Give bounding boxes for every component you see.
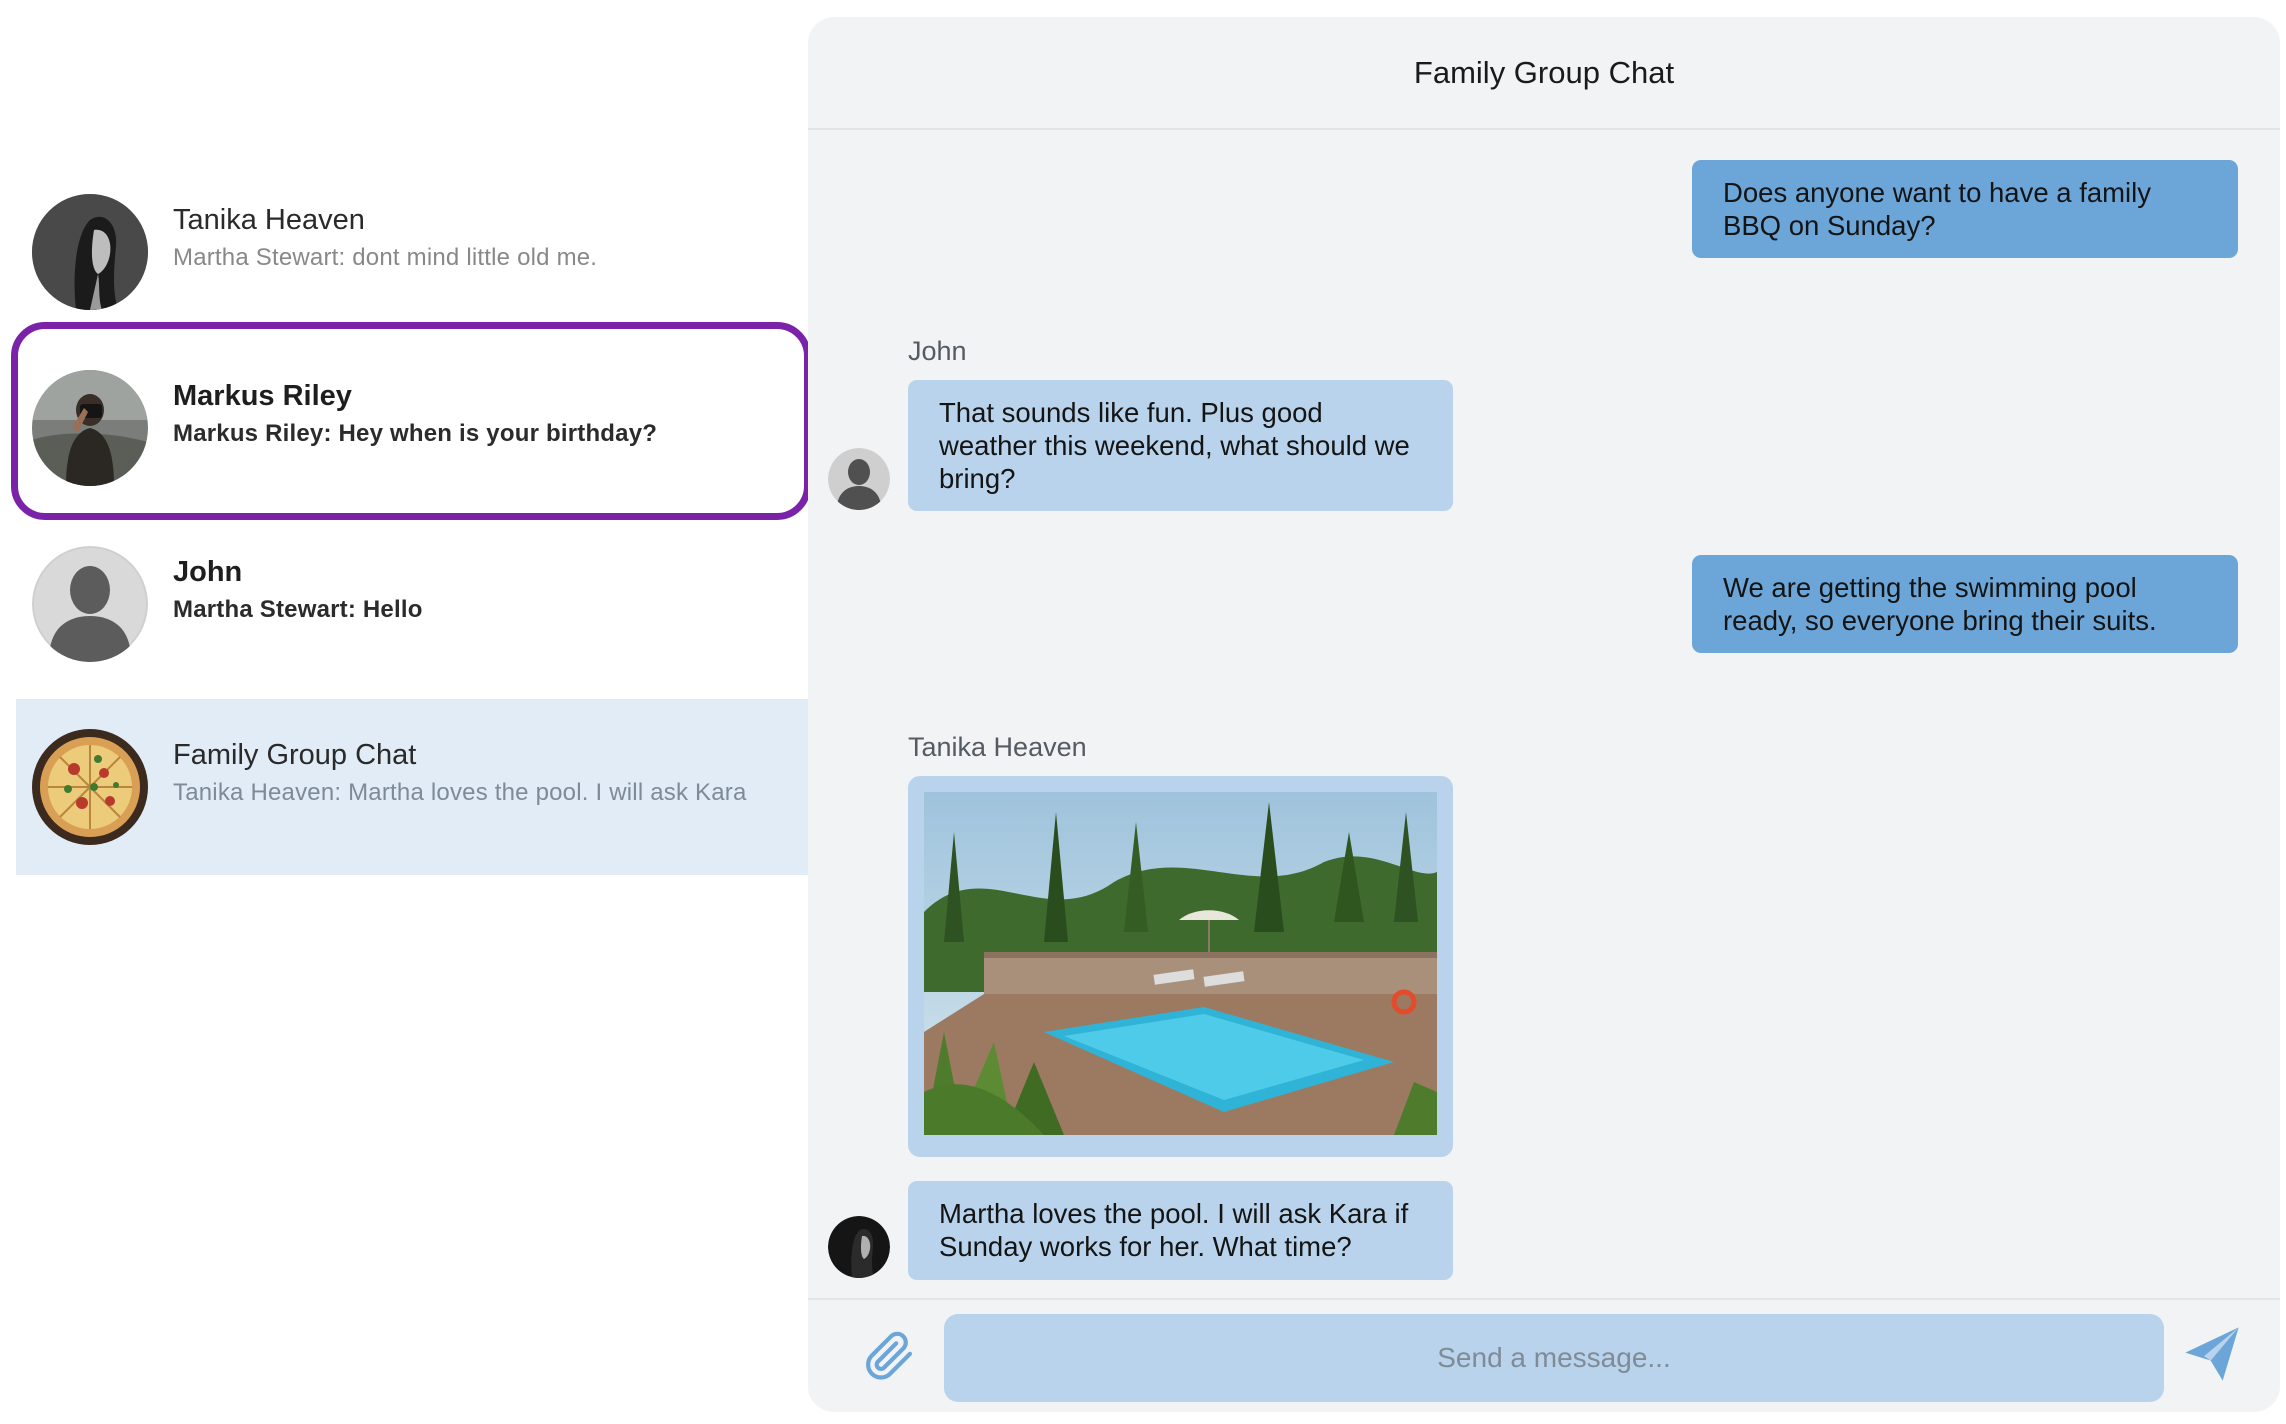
conversation-preview: Martha Stewart: dont mind little old me. bbox=[173, 244, 598, 271]
message-text: We are getting the swimming pool ready, … bbox=[1723, 572, 2157, 636]
avatar bbox=[32, 370, 148, 486]
conversation-preview: Markus Riley: Hey when is your birthday? bbox=[173, 420, 658, 447]
message-text: That sounds like fun. Plus good weather … bbox=[939, 397, 1410, 494]
conversation-name: Tanika Heaven bbox=[173, 204, 365, 236]
chat-header: Family Group Chat bbox=[808, 17, 2280, 130]
paperclip-icon bbox=[866, 1331, 913, 1380]
message-bubble-incoming: Martha loves the pool. I will ask Kara i… bbox=[908, 1181, 1453, 1280]
woman-portrait-avatar-icon bbox=[828, 1216, 890, 1278]
avatar bbox=[32, 194, 148, 310]
conversation-item-tanika-heaven[interactable]: Tanika Heaven Martha Stewart: dont mind … bbox=[16, 164, 808, 340]
messenger-app: Tanika Heaven Martha Stewart: dont mind … bbox=[0, 0, 2286, 1424]
message-bubble-outgoing: Does anyone want to have a family BBQ on… bbox=[1692, 160, 2238, 258]
avatar bbox=[32, 729, 148, 845]
message-composer bbox=[808, 1298, 2280, 1412]
conversation-preview: Tanika Heaven: Martha loves the pool. I … bbox=[173, 779, 747, 806]
chat-title: Family Group Chat bbox=[1413, 54, 1675, 90]
message-bubble-incoming: That sounds like fun. Plus good weather … bbox=[908, 380, 1453, 511]
message-text: Does anyone want to have a family BBQ on… bbox=[1723, 177, 2152, 241]
message-image-bubble[interactable] bbox=[908, 776, 1453, 1157]
pizza-avatar-icon bbox=[32, 729, 148, 845]
message-text: Martha loves the pool. I will ask Kara i… bbox=[939, 1198, 1409, 1262]
conversation-item-john[interactable]: John Martha Stewart: Hello bbox=[16, 516, 808, 692]
conversation-list: Tanika Heaven Martha Stewart: dont mind … bbox=[0, 0, 811, 1424]
message-input[interactable] bbox=[944, 1314, 2164, 1402]
conversation-item-markus-riley[interactable]: Markus Riley Markus Riley: Hey when is y… bbox=[16, 340, 808, 516]
chat-panel: Family Group Chat Does anyone want to ha… bbox=[808, 17, 2280, 1412]
default-person-avatar-icon bbox=[828, 448, 890, 510]
sender-avatar-john bbox=[828, 448, 890, 510]
swimming-pool-photo bbox=[924, 792, 1437, 1135]
swimming-pool-photo-icon bbox=[924, 792, 1437, 1135]
woman-portrait-avatar-icon bbox=[32, 194, 148, 310]
conversation-name: Family Group Chat bbox=[173, 739, 417, 771]
default-person-avatar-icon bbox=[32, 546, 148, 662]
send-button[interactable] bbox=[2180, 1322, 2244, 1386]
conversation-item-family-group-chat[interactable]: Family Group Chat Tanika Heaven: Martha … bbox=[16, 699, 808, 875]
avatar bbox=[32, 546, 148, 662]
sender-name: Tanika Heaven bbox=[908, 732, 1087, 762]
sender-avatar-tanika bbox=[828, 1216, 890, 1278]
conversation-name: Markus Riley bbox=[173, 380, 352, 412]
attach-button[interactable] bbox=[860, 1328, 916, 1384]
conversation-preview: Martha Stewart: Hello bbox=[173, 596, 423, 623]
conversation-name: John bbox=[173, 556, 243, 588]
photographer-avatar-icon bbox=[32, 370, 148, 486]
sender-name: John bbox=[908, 336, 967, 366]
message-bubble-outgoing: We are getting the swimming pool ready, … bbox=[1692, 555, 2238, 653]
paper-plane-icon bbox=[2185, 1327, 2239, 1381]
